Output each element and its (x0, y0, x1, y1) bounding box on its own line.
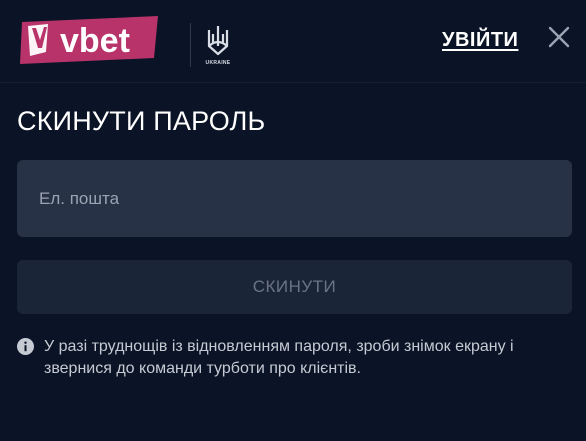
logo-text: vbet (60, 22, 130, 60)
info-text: У разі труднощів із відновленням пароля,… (44, 338, 514, 377)
logo-divider (190, 23, 191, 67)
header: vbet UKRAINE УВІЙТИ (0, 0, 586, 83)
email-field[interactable] (17, 160, 572, 237)
login-link[interactable]: УВІЙТИ (442, 29, 518, 52)
info-icon (17, 338, 34, 355)
page-title: СКИНУТИ ПАРОЛЬ (17, 106, 266, 136)
close-button[interactable] (547, 25, 571, 49)
vbet-logo[interactable]: vbet (18, 14, 162, 66)
reset-password-button[interactable]: СКИНУТИ (17, 260, 572, 314)
close-icon (548, 26, 570, 48)
vbet-logo-icon: vbet (20, 16, 158, 64)
partner-caption: UKRAINE (205, 60, 231, 66)
